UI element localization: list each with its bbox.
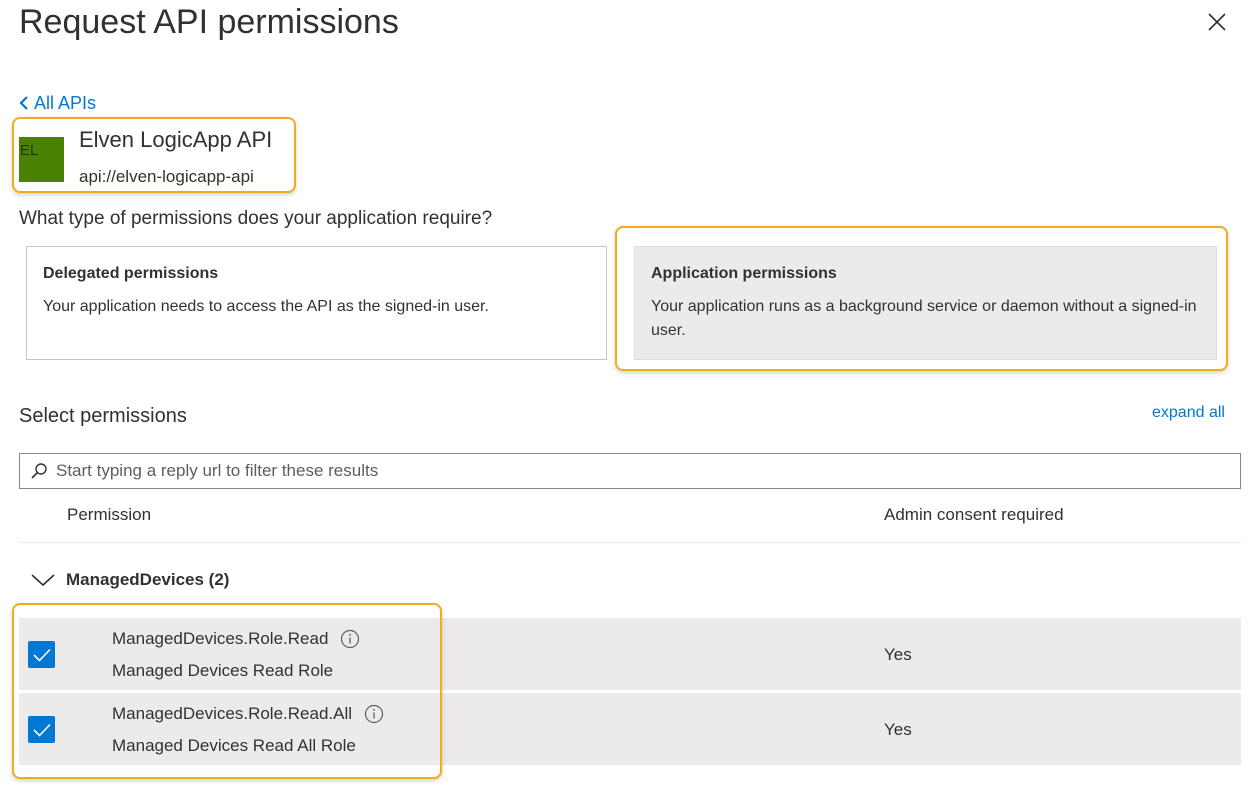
permission-group-managed-devices[interactable]: ManagedDevices (2) (30, 566, 229, 594)
close-icon[interactable] (1203, 8, 1231, 36)
all-apis-label: All APIs (34, 93, 97, 113)
permission-group-label: ManagedDevices (2) (66, 570, 230, 589)
expand-all-link[interactable]: expand all (1152, 403, 1225, 423)
chevron-down-icon[interactable] (30, 571, 56, 589)
all-apis-link[interactable]: All APIs (18, 92, 96, 114)
permission-search-input[interactable] (56, 461, 1206, 481)
search-icon (31, 463, 47, 479)
delegated-permissions-title: Delegated permissions (43, 265, 219, 282)
admin-consent-value: Yes (884, 720, 912, 739)
delegated-permissions-card[interactable]: Delegated permissions Your application n… (26, 246, 607, 360)
page-title: Request API permissions (19, 3, 399, 41)
api-identifier: api://elven-logicapp-api (79, 167, 254, 186)
column-header-admin-consent[interactable]: Admin consent required (884, 504, 1064, 526)
header-divider (19, 542, 1241, 543)
select-permissions-title: Select permissions (19, 405, 187, 427)
api-name: Elven LogicApp API (79, 127, 273, 152)
permissions-highlight-frame (12, 603, 442, 779)
api-logo: EL (19, 137, 64, 182)
permission-search-box[interactable] (19, 453, 1241, 489)
close-button[interactable] (1203, 8, 1231, 36)
column-header-permission[interactable]: Permission (67, 504, 151, 526)
admin-consent-value: Yes (884, 645, 912, 664)
chevron-left-icon (19, 96, 28, 110)
delegated-permissions-description: Your application needs to access the API… (43, 298, 489, 315)
permission-type-question: What type of permissions does your appli… (19, 208, 493, 229)
application-permissions-highlight-frame (615, 226, 1228, 371)
